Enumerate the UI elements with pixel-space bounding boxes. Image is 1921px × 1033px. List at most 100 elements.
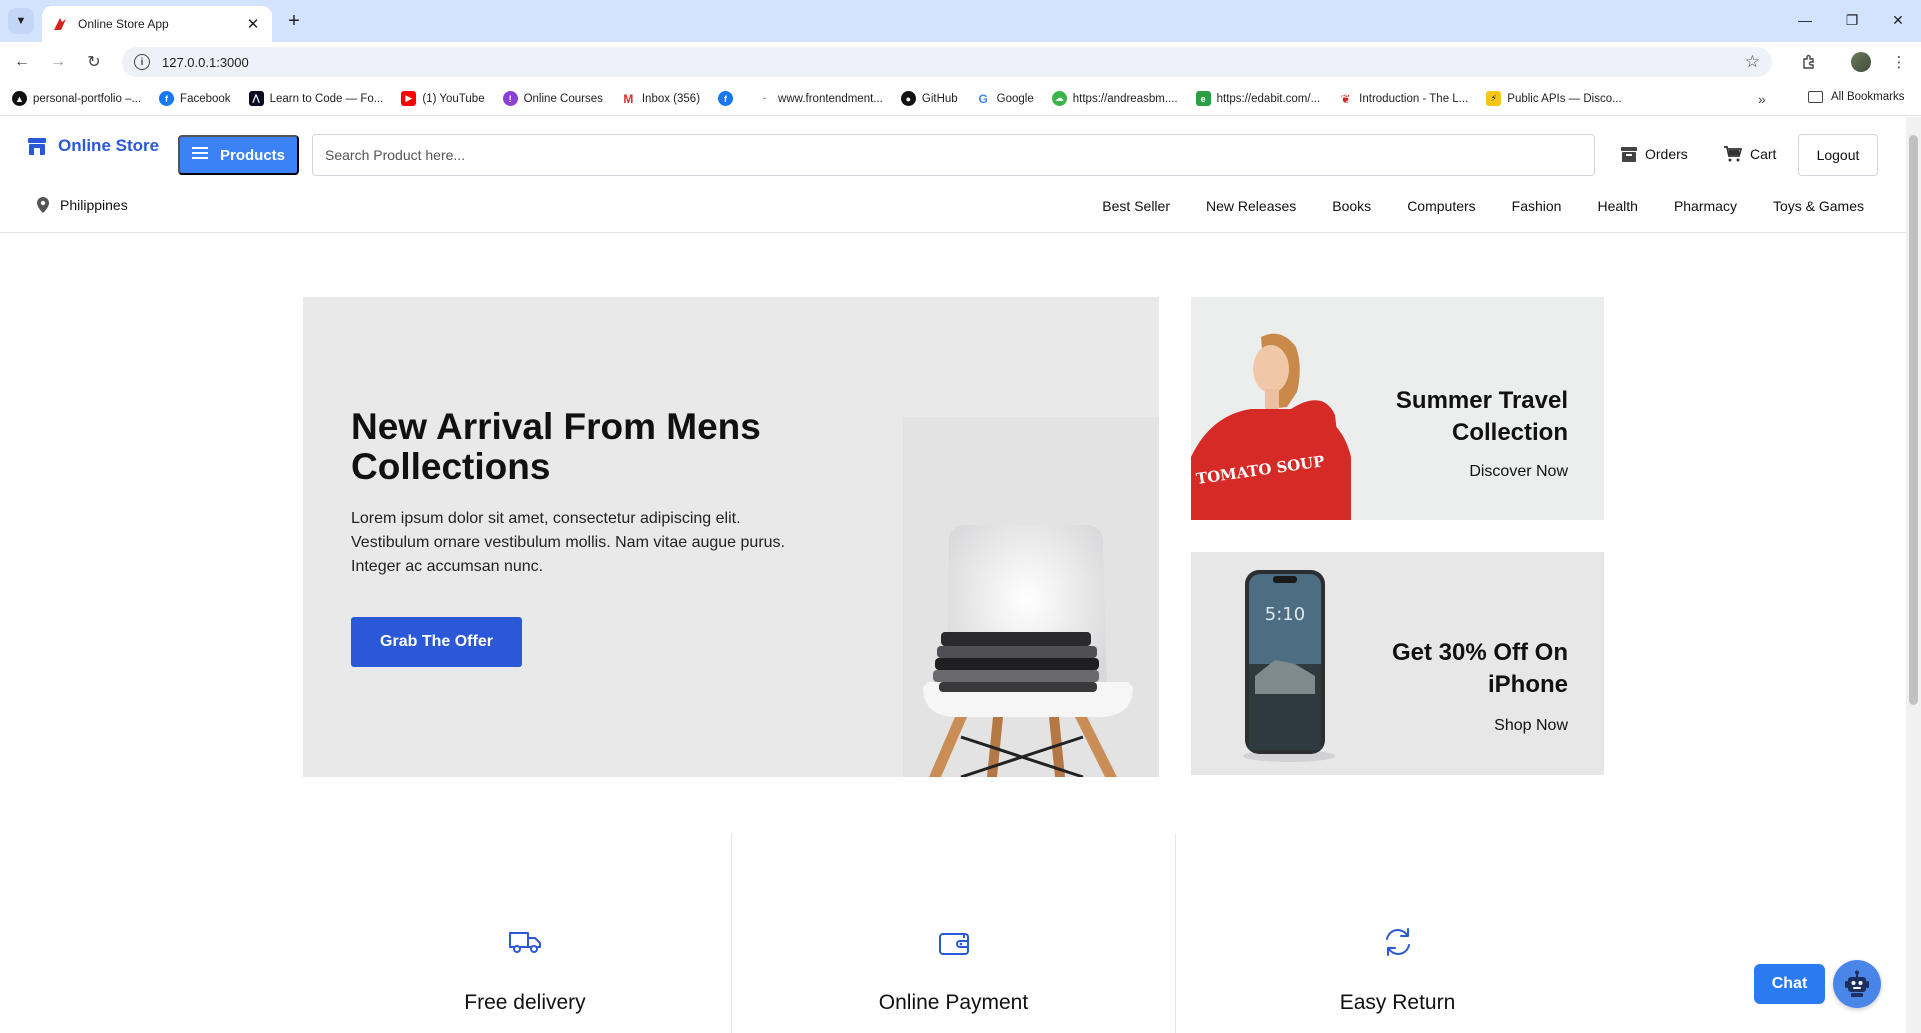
hero-title: New Arrival From Mens Collections (351, 406, 761, 487)
category-link[interactable]: Computers (1407, 198, 1475, 214)
bookmark-item[interactable]: f (718, 91, 739, 106)
window-close-icon[interactable]: ✕ (1878, 8, 1918, 32)
bookmarks-bar: ▲ personal-portfolio –... f Facebook ⋀ Lear… (0, 82, 1921, 116)
feature-title: Free delivery (464, 991, 586, 1014)
menu-kebab-icon[interactable]: ⋮ (1888, 51, 1910, 73)
logout-button[interactable]: Logout (1798, 134, 1878, 176)
freecodecamp-icon: ⋀ (248, 91, 264, 106)
chatbot-robot-icon[interactable] (1833, 960, 1881, 1008)
promo-title: Summer Travel Collection (1395, 387, 1568, 446)
store-favicon-icon (52, 16, 68, 32)
category-link[interactable]: Fashion (1512, 198, 1562, 214)
bookmark-item[interactable]: ▲ personal-portfolio –... (12, 91, 141, 106)
lightning-icon: ⚡ (1486, 91, 1502, 106)
url-text: 127.0.0.1:3000 (162, 54, 249, 70)
promo-iphone[interactable]: 5:10 Get 30% Off On iPhone Shop Now (1191, 552, 1604, 775)
new-tab-icon[interactable]: + (282, 9, 306, 33)
forward-icon[interactable]: → (46, 50, 70, 74)
scrollbar-thumb[interactable] (1909, 135, 1918, 705)
iphone-image: 5:10 (1243, 570, 1335, 762)
category-link[interactable]: Toys & Games (1773, 198, 1864, 214)
site-logo-text: Online Store (58, 136, 160, 155)
chair-image (883, 297, 1159, 777)
minimize-icon[interactable]: — (1785, 8, 1825, 32)
courses-icon: ! (502, 91, 518, 106)
refresh-icon (1380, 924, 1416, 960)
address-bar[interactable]: i 127.0.0.1:3000 ☆ (122, 47, 1772, 77)
chat-button[interactable]: Chat (1754, 964, 1825, 1004)
wallet-icon (936, 924, 972, 960)
all-bookmarks[interactable]: All Bookmarks (1808, 91, 1905, 103)
feature-online-payment: Online Payment (731, 834, 1175, 1033)
cart-link[interactable]: Cart (1724, 146, 1776, 162)
bookmark-item[interactable]: e https://edabit.com/... (1195, 91, 1320, 106)
discover-now-link[interactable]: Discover Now (1469, 463, 1568, 481)
map-pin-icon (37, 197, 49, 213)
tab-close-icon[interactable]: ✕ (244, 15, 262, 33)
bookmark-item[interactable]: ● GitHub (900, 91, 958, 106)
archive-icon (1621, 146, 1637, 162)
bookmark-item[interactable]: ⁃ www.frontendment... (757, 91, 883, 106)
category-link[interactable]: Best Seller (1102, 198, 1170, 214)
orders-link[interactable]: Orders (1621, 146, 1688, 162)
truck-icon (507, 924, 543, 960)
category-link[interactable]: New Releases (1206, 198, 1296, 214)
edabit-icon: e (1195, 91, 1211, 106)
bookmark-favicon-icon: ❦ (1338, 91, 1354, 106)
promo-summer-travel[interactable]: TOMATO SOUP Summer Travel Collection Dis… (1191, 297, 1604, 520)
hero-banner: New Arrival From Mens Collections Lorem … (303, 297, 1159, 777)
restore-icon[interactable]: ❐ (1832, 8, 1872, 32)
category-link[interactable]: Health (1597, 198, 1637, 214)
bookmark-item[interactable]: ! Online Courses (502, 91, 603, 106)
bookmark-star-icon[interactable]: ☆ (1745, 52, 1760, 72)
facebook-icon: f (718, 91, 734, 106)
bookmark-item[interactable]: G Google (975, 91, 1034, 106)
bookmark-item[interactable]: ❦ Introduction - The L... (1338, 91, 1468, 106)
facebook-icon: f (159, 91, 175, 106)
folder-icon (1808, 91, 1823, 103)
tab-search-icon[interactable]: ▼ (8, 8, 34, 34)
hamburger-icon (191, 146, 208, 164)
products-button-label: Products (219, 146, 285, 164)
google-icon: G (975, 91, 991, 106)
tab-title: Online Store App (78, 17, 169, 31)
bookmark-item[interactable]: ⚡ Public APIs — Disco... (1486, 91, 1622, 106)
profile-avatar[interactable] (1851, 52, 1871, 72)
bookmark-item[interactable]: ▶ (1) YouTube (401, 91, 485, 106)
shop-now-link[interactable]: Shop Now (1494, 717, 1568, 735)
features-section: Free delivery Online Payment Easy Return (303, 834, 1604, 1033)
search-input[interactable] (312, 134, 1595, 176)
bookmark-item[interactable]: f Facebook (159, 91, 231, 106)
hero-text: Lorem ipsum dolor sit amet, consectetur … (351, 510, 785, 575)
site-info-icon[interactable]: i (134, 54, 150, 70)
page-content: Online Store Products Orders Cart Logout… (0, 117, 1906, 1033)
bookmark-item[interactable]: ☁ https://andreasbm.... (1051, 91, 1178, 106)
site-header: Online Store Products Orders Cart Logout… (0, 117, 1906, 233)
reload-icon[interactable]: ↻ (82, 50, 106, 74)
browser-toolbar: ← → ↻ i 127.0.0.1:3000 ☆ ⋮ (0, 42, 1921, 82)
bookmarks-overflow-icon[interactable]: » (1758, 91, 1766, 107)
site-logo[interactable]: Online Store (26, 135, 159, 157)
bookmark-item[interactable]: M Inbox (356) (620, 91, 700, 106)
category-link[interactable]: Pharmacy (1674, 198, 1737, 214)
browser-tab-active[interactable]: Online Store App ✕ (42, 6, 272, 42)
frontendmentor-icon: ⁃ (757, 91, 773, 106)
bookmark-item[interactable]: ⋀ Learn to Code — Fo... (248, 91, 383, 106)
feature-title: Easy Return (1339, 991, 1456, 1014)
feature-free-delivery: Free delivery (303, 834, 747, 1033)
bookmark-favicon-icon: ☁ (1051, 91, 1067, 106)
grab-offer-button[interactable]: Grab The Offer (351, 617, 522, 667)
phone-time: 5:10 (1265, 604, 1305, 625)
category-nav: Best Seller New Releases Books Computers… (1066, 198, 1864, 214)
promo-title: Get 30% Off On iPhone (1391, 639, 1568, 698)
products-button[interactable]: Products (178, 135, 299, 175)
browser-tab-bar: ▼ Online Store App ✕ + — ❐ ✕ (0, 0, 1921, 42)
store-icon (28, 138, 46, 155)
page-scrollbar[interactable] (1906, 117, 1921, 1033)
gmail-icon: M (620, 91, 636, 106)
bookmark-favicon-icon: ▲ (12, 91, 27, 106)
back-icon[interactable]: ← (10, 50, 34, 74)
extensions-icon[interactable] (1798, 51, 1820, 73)
location[interactable]: Philippines (36, 197, 128, 213)
category-link[interactable]: Books (1332, 198, 1371, 214)
